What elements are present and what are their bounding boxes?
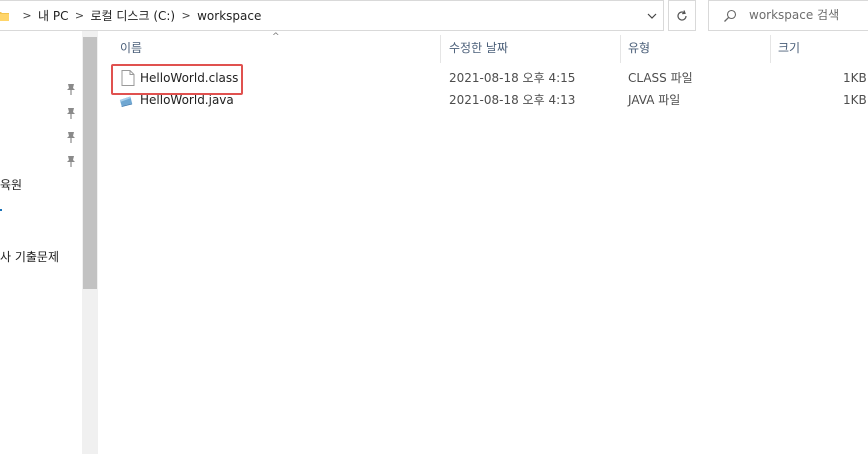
breadcrumb: > 내 PC > 로컬 디스크 (C:) > workspace — [18, 1, 263, 30]
column-header-type[interactable]: 유형 — [628, 31, 650, 63]
chevron-right-icon[interactable]: > — [177, 9, 195, 22]
refresh-icon — [677, 9, 687, 21]
breadcrumb-this-pc[interactable]: 내 PC — [36, 7, 70, 24]
column-divider[interactable] — [620, 35, 621, 63]
file-type: CLASS 파일 — [628, 71, 693, 85]
column-divider[interactable] — [440, 35, 441, 63]
pin-icon[interactable] — [66, 155, 76, 167]
sort-ascending-icon: ^ — [272, 32, 280, 42]
chevron-down-icon — [647, 13, 657, 19]
nav-item-marker — [0, 209, 2, 211]
address-bar-row: > 내 PC > 로컬 디스크 (C:) > workspace workspa… — [0, 0, 868, 31]
refresh-button[interactable] — [668, 0, 696, 31]
pin-icon[interactable] — [66, 107, 76, 119]
column-header-date[interactable]: 수정한 날짜 — [449, 31, 508, 63]
search-input[interactable]: workspace 검색 — [708, 0, 868, 31]
breadcrumb-workspace[interactable]: workspace — [195, 9, 263, 23]
file-list: ^ 이름 수정한 날짜 유형 크기 HelloWorld.class 2021-… — [99, 31, 868, 454]
nav-item-label[interactable]: 육원 — [0, 176, 22, 193]
file-size: 1KB — [843, 93, 867, 107]
pin-icon[interactable] — [66, 131, 76, 143]
address-history-dropdown[interactable] — [640, 1, 664, 30]
search-icon — [724, 9, 737, 22]
navigation-pane: 육원 사 기출문제 — [0, 31, 98, 454]
address-bar[interactable]: > 내 PC > 로컬 디스크 (C:) > workspace — [0, 0, 664, 31]
chevron-right-icon[interactable]: > — [70, 9, 88, 22]
file-size: 1KB — [843, 71, 867, 85]
nav-scrollbar-thumb[interactable] — [83, 37, 97, 289]
nav-item-label[interactable]: 사 기출문제 — [0, 248, 59, 265]
breadcrumb-local-disk[interactable]: 로컬 디스크 (C:) — [88, 7, 177, 24]
highlight-box — [111, 64, 243, 95]
file-date: 2021-08-18 오후 4:13 — [449, 93, 576, 107]
column-divider[interactable] — [770, 35, 771, 63]
column-header-name[interactable]: 이름 — [120, 31, 142, 63]
file-type: JAVA 파일 — [628, 93, 681, 107]
folder-icon — [0, 12, 9, 21]
column-header-size[interactable]: 크기 — [778, 31, 800, 63]
search-placeholder: workspace 검색 — [749, 8, 840, 22]
chevron-right-icon[interactable]: > — [18, 9, 36, 22]
file-date: 2021-08-18 오후 4:15 — [449, 71, 576, 85]
pin-icon[interactable] — [66, 83, 76, 95]
